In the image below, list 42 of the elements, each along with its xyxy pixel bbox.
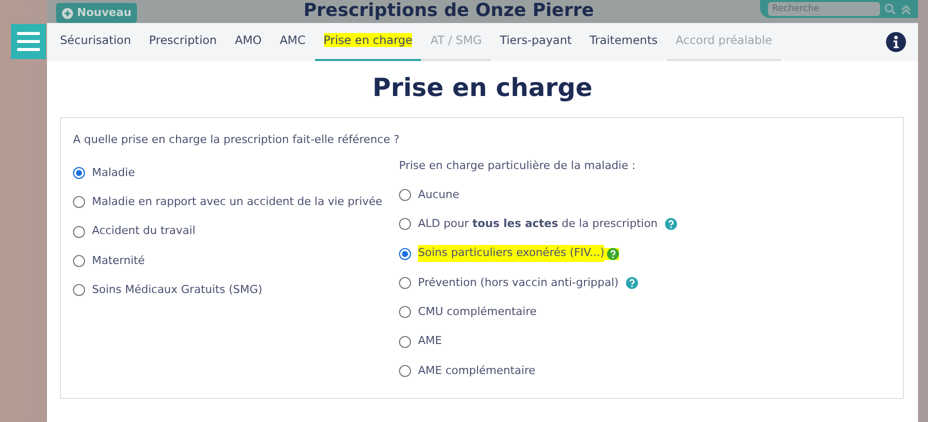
tab[interactable]: Tiers-payant (490, 23, 581, 61)
question-text: A quelle prise en charge la prescription fait-elle référence ? (73, 132, 399, 148)
option-label: Prévention (hors vaccin anti-grippal) (418, 274, 619, 291)
option-label: CMU complémentaire (418, 304, 537, 320)
tab[interactable]: Sécurisation (51, 23, 140, 61)
radio-button[interactable] (73, 167, 85, 180)
option-label: Maladie (92, 164, 135, 181)
tab[interactable]: Prescription (140, 23, 226, 61)
radio-button[interactable] (399, 248, 411, 260)
tab[interactable]: AMO (226, 23, 271, 61)
option-label: Maladie en rapport avec un accident de la vie privée (92, 194, 382, 210)
radio-button[interactable] (73, 226, 85, 238)
option-label: Aucune (418, 186, 460, 203)
section-heading: Prise en charge (372, 73, 594, 103)
subsection-label: Prise en charge particulière de la maladie : (399, 158, 636, 174)
radio-button[interactable] (73, 255, 85, 268)
radio-button[interactable] (399, 189, 411, 202)
menu-button[interactable] (11, 24, 46, 59)
page-title: Prescriptions de Onze Pierre (302, 0, 595, 20)
radio-button[interactable] (399, 364, 411, 377)
option-label: Maternité (92, 252, 145, 269)
option-label: AME (418, 333, 442, 350)
plus-icon (62, 8, 73, 18)
option-label: ALD pour tous les actes de la prescription (418, 216, 658, 232)
radio-button[interactable] (73, 196, 85, 208)
tab[interactable]: Traitements (580, 23, 667, 61)
help-icon[interactable] (607, 248, 620, 260)
radio-button[interactable] (399, 306, 411, 318)
radio-button[interactable] (399, 218, 411, 230)
info-icon[interactable] (886, 32, 906, 52)
radio-button[interactable] (399, 336, 411, 348)
tab[interactable]: AMC (270, 23, 315, 61)
option-label: Accident du travail (92, 223, 196, 240)
tab[interactable]: Prise en charge (314, 23, 422, 61)
help-icon[interactable] (664, 218, 677, 230)
option-label: AME complémentaire (418, 362, 536, 379)
option-label: Soins particuliers exonérés (FIV...) (418, 245, 604, 262)
radio-button[interactable] (399, 277, 411, 290)
radio-button[interactable] (73, 284, 85, 296)
option-label: Soins Médicaux Gratuits (SMG) (92, 282, 262, 298)
search-field[interactable]: Recherche (768, 2, 880, 16)
help-icon[interactable] (626, 277, 638, 290)
